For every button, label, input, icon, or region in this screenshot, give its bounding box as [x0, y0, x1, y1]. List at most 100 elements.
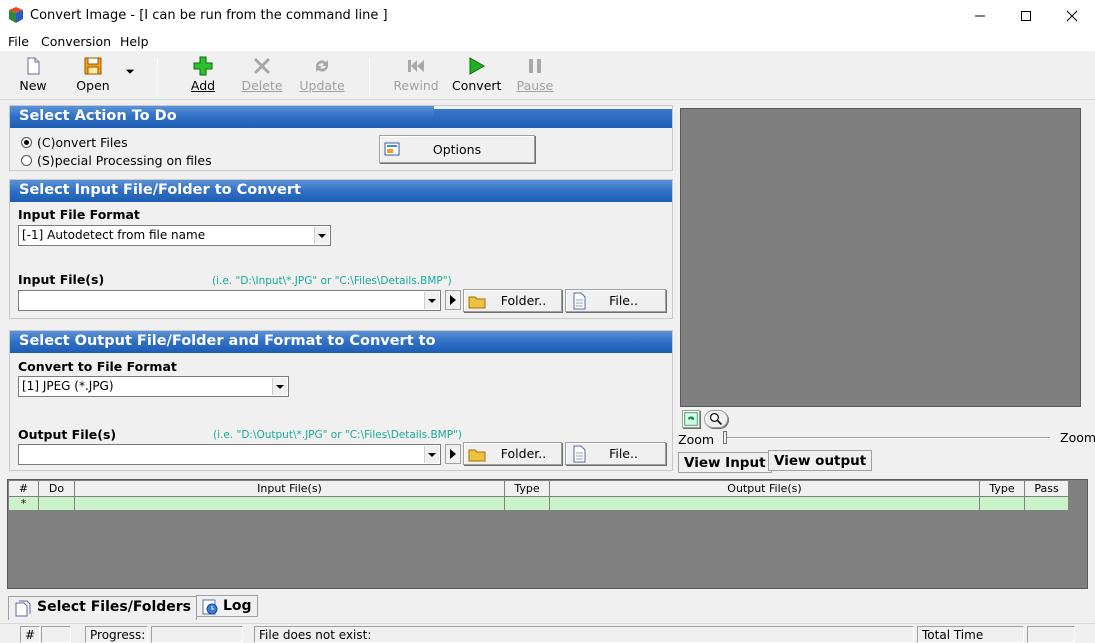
zoom-slider-thumb[interactable] [723, 431, 727, 444]
radio-unchecked-icon [21, 155, 32, 166]
status-message: File does not exist: [254, 626, 914, 643]
magnifier-icon [709, 412, 722, 425]
close-button[interactable] [1049, 0, 1095, 31]
table-row[interactable]: * [8, 496, 1069, 511]
zoom-label-left: Zoom [678, 432, 715, 447]
input-heading: Select Input File/Folder to Convert [10, 180, 672, 202]
output-folder-button[interactable]: Folder.. [463, 442, 562, 465]
toolbar-separator [369, 58, 370, 96]
file-icon [573, 292, 586, 310]
status-progress-value [151, 626, 243, 643]
refresh-icon [684, 412, 698, 426]
pause-button[interactable]: Pause [516, 56, 554, 96]
radio-checked-icon [21, 137, 32, 148]
delete-x-icon [253, 57, 271, 75]
tab-select-files[interactable]: Select Files/Folders [8, 596, 198, 620]
output-play-button[interactable] [445, 444, 461, 464]
pause-icon [529, 59, 541, 73]
app-icon [9, 7, 23, 23]
toolbar: New Open Add Delete Update Rewind Conver… [0, 52, 1095, 100]
update-button[interactable]: Update [298, 56, 346, 96]
status-total-time-label: Total Time (Sec): [917, 626, 1024, 643]
files-icon [15, 600, 31, 617]
input-file-button[interactable]: File.. [565, 289, 666, 312]
chevron-down-icon [314, 227, 329, 244]
cell[interactable] [979, 496, 1025, 511]
input-format-select[interactable]: [-1] Autodetect from file name [18, 225, 331, 246]
cell[interactable] [504, 496, 550, 511]
input-play-button[interactable] [445, 290, 461, 310]
col-pass[interactable]: Pass [1024, 480, 1069, 497]
output-format-select[interactable]: [1] JPEG (*.JPG) [18, 376, 289, 397]
refresh-preview-button[interactable] [682, 410, 700, 428]
options-button[interactable]: Options [379, 135, 535, 163]
input-hint: (i.e. "D:\Input\*.JPG" or "C:\Files\Deta… [212, 275, 452, 287]
col-input-type[interactable]: Type [504, 480, 550, 497]
options-icon [384, 142, 400, 156]
title-bar: Convert Image - [I can be run from the c… [0, 0, 1095, 31]
rewind-icon [408, 60, 424, 72]
menu-conversion[interactable]: Conversion [41, 34, 111, 49]
chevron-down-icon [424, 292, 439, 309]
plus-icon [193, 56, 213, 76]
rewind-button[interactable]: Rewind [392, 56, 440, 96]
cell[interactable] [38, 496, 75, 511]
status-bar: # Progress: File does not exist: Total T… [0, 623, 1095, 643]
tab-view-input[interactable]: View Input [678, 452, 772, 473]
col-output-type[interactable]: Type [979, 480, 1025, 497]
chevron-down-icon [125, 69, 135, 74]
output-panel: Select Output File/Folder and Format to … [9, 330, 673, 471]
col-do[interactable]: Do [38, 480, 75, 497]
file-grid: # Do Input File(s) Type Output File(s) T… [8, 480, 1069, 511]
output-heading: Select Output File/Folder and Format to … [10, 331, 672, 353]
open-button[interactable]: Open [68, 56, 118, 96]
status-total-time-value [1027, 626, 1075, 643]
output-files-field[interactable] [18, 444, 441, 465]
col-hash[interactable]: # [8, 480, 39, 497]
cell[interactable] [1024, 496, 1069, 511]
cell[interactable] [549, 496, 980, 511]
log-clock-icon [202, 599, 218, 615]
col-output-files[interactable]: Output File(s) [549, 480, 980, 497]
refresh-icon [316, 60, 328, 72]
cell[interactable] [74, 496, 505, 511]
output-format-label: Convert to File Format [18, 359, 177, 374]
close-icon [1066, 10, 1078, 21]
zoom-button[interactable] [704, 410, 728, 428]
chevron-down-icon [272, 378, 287, 395]
tab-log[interactable]: Log [196, 595, 258, 617]
input-panel: Select Input File/Folder to Convert Inpu… [9, 179, 673, 319]
status-progress-label: Progress: [85, 626, 148, 643]
open-dropdown-button[interactable] [122, 66, 138, 106]
input-files-field[interactable] [18, 290, 441, 311]
input-format-label: Input File Format [18, 207, 140, 222]
new-button[interactable]: New [12, 56, 54, 96]
delete-button[interactable]: Delete [240, 56, 284, 96]
folder-icon [468, 296, 486, 309]
status-count [41, 626, 71, 643]
chevron-down-icon [424, 446, 439, 463]
special-processing-radio[interactable]: (S)pecial Processing on files [21, 153, 212, 168]
menu-help[interactable]: Help [120, 34, 149, 49]
zoom-label-right: Zoom [1060, 430, 1095, 445]
maximize-button[interactable] [1003, 0, 1049, 31]
zoom-slider-track[interactable] [724, 437, 1050, 439]
tab-view-output[interactable]: View output [768, 450, 873, 471]
convert-files-radio[interactable]: (C)onvert Files [21, 135, 128, 150]
minimize-button[interactable] [957, 0, 1003, 31]
convert-button[interactable]: Convert [452, 56, 501, 96]
menu-bar: File Conversion Help [0, 31, 1095, 51]
play-icon [469, 57, 486, 75]
action-panel: Select Action To Do (C)onvert Files (S)p… [9, 105, 673, 171]
add-button[interactable]: Add [183, 56, 223, 96]
file-icon [573, 445, 586, 463]
folder-icon [468, 449, 486, 462]
output-file-button[interactable]: File.. [565, 442, 666, 465]
menu-file[interactable]: File [8, 34, 29, 49]
input-files-label: Input File(s) [18, 272, 105, 287]
input-folder-button[interactable]: Folder.. [463, 289, 562, 312]
col-input-files[interactable]: Input File(s) [74, 480, 505, 497]
status-hash: # [20, 626, 40, 643]
save-disk-icon [84, 57, 102, 75]
grid-header: # Do Input File(s) Type Output File(s) T… [8, 480, 1069, 497]
